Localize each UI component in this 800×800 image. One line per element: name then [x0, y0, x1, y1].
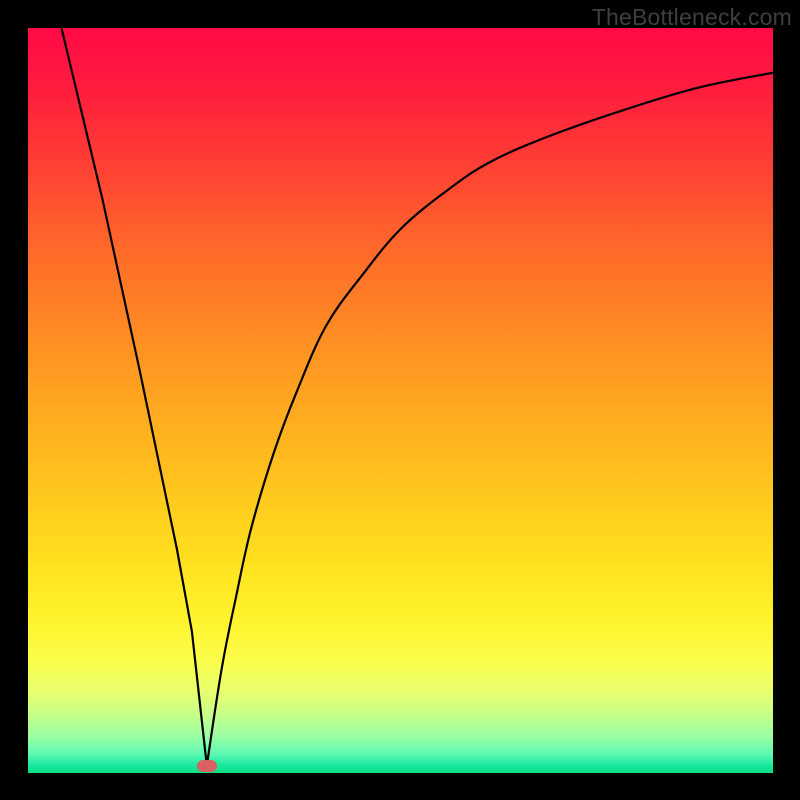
watermark-text: TheBottleneck.com	[592, 4, 792, 31]
curve-svg	[28, 28, 773, 773]
bottleneck-curve-left	[62, 28, 207, 766]
minimum-marker	[197, 760, 217, 772]
plot-area	[28, 28, 773, 773]
bottleneck-curve-right	[207, 73, 773, 766]
chart-container: TheBottleneck.com	[0, 0, 800, 800]
